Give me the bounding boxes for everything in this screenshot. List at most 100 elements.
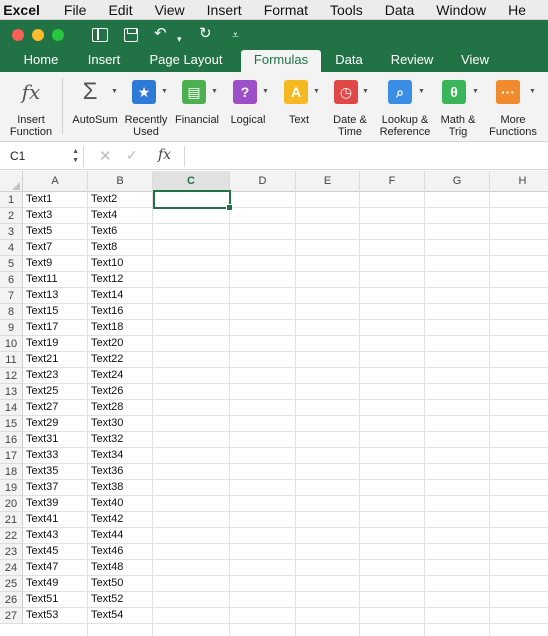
- tab-insert[interactable]: Insert: [78, 50, 130, 72]
- row-header[interactable]: 19: [0, 480, 23, 496]
- tab-data[interactable]: Data: [327, 50, 371, 72]
- column-header-h[interactable]: H: [490, 171, 548, 192]
- tab-home[interactable]: Home: [14, 50, 68, 72]
- row-header[interactable]: 14: [0, 400, 23, 416]
- tab-formulas[interactable]: Formulas: [241, 50, 321, 72]
- menu-format[interactable]: Format: [264, 2, 308, 18]
- cell-a4[interactable]: Text7: [23, 240, 88, 256]
- cell-b9[interactable]: Text18: [88, 320, 153, 336]
- logical-button[interactable]: ? ▼ Logical: [225, 72, 271, 142]
- cell-a27[interactable]: Text53: [23, 608, 88, 624]
- cell-a26[interactable]: Text51: [23, 592, 88, 608]
- sidebar-icon[interactable]: [92, 28, 108, 42]
- cell-b20[interactable]: Text40: [88, 496, 153, 512]
- cell-a21[interactable]: Text41: [23, 512, 88, 528]
- chevron-down-icon[interactable]: ▼: [529, 88, 536, 95]
- cell-b14[interactable]: Text28: [88, 400, 153, 416]
- cell-b26[interactable]: Text52: [88, 592, 153, 608]
- tab-page-layout[interactable]: Page Layout: [140, 50, 232, 72]
- row-header[interactable]: 20: [0, 496, 23, 512]
- cell-b4[interactable]: Text8: [88, 240, 153, 256]
- row-header[interactable]: 25: [0, 576, 23, 592]
- menu-insert[interactable]: Insert: [207, 2, 242, 18]
- cell-a24[interactable]: Text47: [23, 560, 88, 576]
- cell-b5[interactable]: Text10: [88, 256, 153, 272]
- column-header-a[interactable]: A: [23, 171, 88, 192]
- recently-used-button[interactable]: ★ ▼ Recently Used: [122, 72, 170, 142]
- minimize-window-button[interactable]: [32, 29, 44, 41]
- active-cell-c1[interactable]: [153, 190, 233, 211]
- cell-a10[interactable]: Text19: [23, 336, 88, 352]
- cell-a6[interactable]: Text11: [23, 272, 88, 288]
- cell-b27[interactable]: Text54: [88, 608, 153, 624]
- chevron-down-icon[interactable]: ▼: [111, 88, 118, 95]
- autosum-button[interactable]: Σ ▼ AutoSum: [68, 72, 122, 142]
- cell-b24[interactable]: Text48: [88, 560, 153, 576]
- cell-a14[interactable]: Text27: [23, 400, 88, 416]
- column-header-f[interactable]: F: [360, 171, 425, 192]
- enter-icon[interactable]: ✓: [126, 147, 138, 164]
- cell-b18[interactable]: Text36: [88, 464, 153, 480]
- redo-icon[interactable]: ↻: [199, 25, 212, 43]
- cell-a17[interactable]: Text33: [23, 448, 88, 464]
- row-header[interactable]: 16: [0, 432, 23, 448]
- cancel-icon[interactable]: ✕: [99, 147, 112, 165]
- customize-toolbar-icon[interactable]: ⩡: [232, 26, 239, 44]
- cell-a25[interactable]: Text49: [23, 576, 88, 592]
- row-header[interactable]: 12: [0, 368, 23, 384]
- cell-a9[interactable]: Text17: [23, 320, 88, 336]
- cell-a11[interactable]: Text21: [23, 352, 88, 368]
- cell-a16[interactable]: Text31: [23, 432, 88, 448]
- cell-b22[interactable]: Text44: [88, 528, 153, 544]
- cell-a8[interactable]: Text15: [23, 304, 88, 320]
- cell-b21[interactable]: Text42: [88, 512, 153, 528]
- function-icon[interactable]: fx: [158, 147, 171, 163]
- cell-a3[interactable]: Text5: [23, 224, 88, 240]
- menu-view[interactable]: View: [155, 2, 185, 18]
- menu-tools[interactable]: Tools: [330, 2, 363, 18]
- cell-a13[interactable]: Text25: [23, 384, 88, 400]
- insert-function-button[interactable]: fx Insert Function: [0, 72, 62, 142]
- cell-b10[interactable]: Text20: [88, 336, 153, 352]
- cell-b2[interactable]: Text4: [88, 208, 153, 224]
- cell-b23[interactable]: Text46: [88, 544, 153, 560]
- column-header-b[interactable]: B: [88, 171, 153, 192]
- chevron-down-icon[interactable]: ▼: [362, 88, 369, 95]
- name-box[interactable]: C1 ▲ ▼: [4, 146, 84, 167]
- menu-window[interactable]: Window: [436, 2, 486, 18]
- save-icon[interactable]: [124, 28, 138, 42]
- undo-dropdown-icon[interactable]: ▾: [177, 30, 182, 48]
- zoom-window-button[interactable]: [52, 29, 64, 41]
- cell-a15[interactable]: Text29: [23, 416, 88, 432]
- cell-a12[interactable]: Text23: [23, 368, 88, 384]
- menu-file[interactable]: File: [64, 2, 87, 18]
- row-header[interactable]: 9: [0, 320, 23, 336]
- row-header[interactable]: 1: [0, 192, 23, 208]
- select-all-button[interactable]: [0, 171, 23, 192]
- row-header[interactable]: 7: [0, 288, 23, 304]
- row-header[interactable]: 27: [0, 608, 23, 624]
- row-header[interactable]: 23: [0, 544, 23, 560]
- cell-a20[interactable]: Text39: [23, 496, 88, 512]
- cell-b8[interactable]: Text16: [88, 304, 153, 320]
- cell-a7[interactable]: Text13: [23, 288, 88, 304]
- cell-b12[interactable]: Text24: [88, 368, 153, 384]
- cell-a18[interactable]: Text35: [23, 464, 88, 480]
- worksheet-grid[interactable]: ABCDEFGH 1 Text1 Text2 2 Text3 Text4 3 Text5 Tex…: [0, 171, 548, 636]
- cell-b11[interactable]: Text22: [88, 352, 153, 368]
- menu-edit[interactable]: Edit: [108, 2, 132, 18]
- column-header-g[interactable]: G: [425, 171, 490, 192]
- cell-b1[interactable]: Text2: [88, 192, 153, 208]
- undo-icon[interactable]: ↶: [154, 25, 167, 43]
- cell-a19[interactable]: Text37: [23, 480, 88, 496]
- math-trig-button[interactable]: θ ▼ Math & Trig: [435, 72, 481, 142]
- row-header[interactable]: 6: [0, 272, 23, 288]
- cell-b3[interactable]: Text6: [88, 224, 153, 240]
- column-header-e[interactable]: E: [296, 171, 360, 192]
- column-header-c[interactable]: C: [153, 171, 230, 192]
- chevron-down-icon[interactable]: ▼: [418, 88, 425, 95]
- stepper-icon[interactable]: ▲ ▼: [72, 147, 79, 165]
- cell-b25[interactable]: Text50: [88, 576, 153, 592]
- row-header[interactable]: 8: [0, 304, 23, 320]
- row-header[interactable]: 2: [0, 208, 23, 224]
